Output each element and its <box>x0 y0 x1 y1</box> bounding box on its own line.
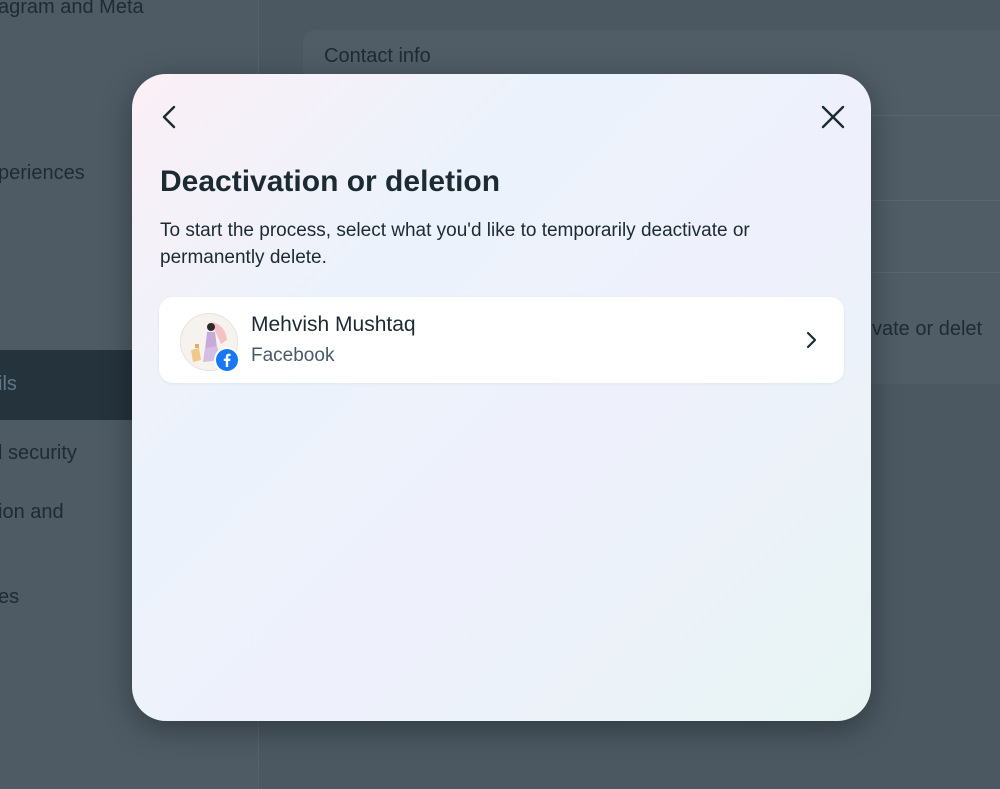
background-deactivate-row: tivate or delet <box>862 318 983 340</box>
chevron-right-icon <box>806 331 817 349</box>
sidebar-item-instagram-meta: agram and Meta <box>0 0 144 18</box>
close-button[interactable] <box>815 99 851 135</box>
sidebar-item-security: l security <box>0 442 77 464</box>
account-platform: Facebook <box>251 345 335 366</box>
facebook-badge <box>214 347 240 373</box>
back-button[interactable] <box>152 99 188 135</box>
deactivation-dialog: Deactivation or deletion To start the pr… <box>132 74 871 721</box>
close-icon <box>821 105 845 129</box>
sidebar-item-preferences: es <box>0 586 20 608</box>
sidebar-item-experiences: periences <box>0 162 85 184</box>
account-name: Mehvish Mushtaq <box>251 313 416 336</box>
account-option-facebook[interactable]: Mehvish Mushtaq Facebook <box>159 297 844 383</box>
sidebar-item-details-label: ils <box>0 373 17 395</box>
sidebar-item-information: ion and <box>0 501 64 523</box>
dialog-title: Deactivation or deletion <box>160 165 501 198</box>
dialog-description: To start the process, select what you'd … <box>160 220 750 268</box>
page: agram and Meta periences ils l security … <box>0 0 1000 789</box>
background-contact-info: Contact info <box>324 45 431 67</box>
chevron-left-icon <box>162 105 176 129</box>
facebook-icon <box>216 349 238 371</box>
